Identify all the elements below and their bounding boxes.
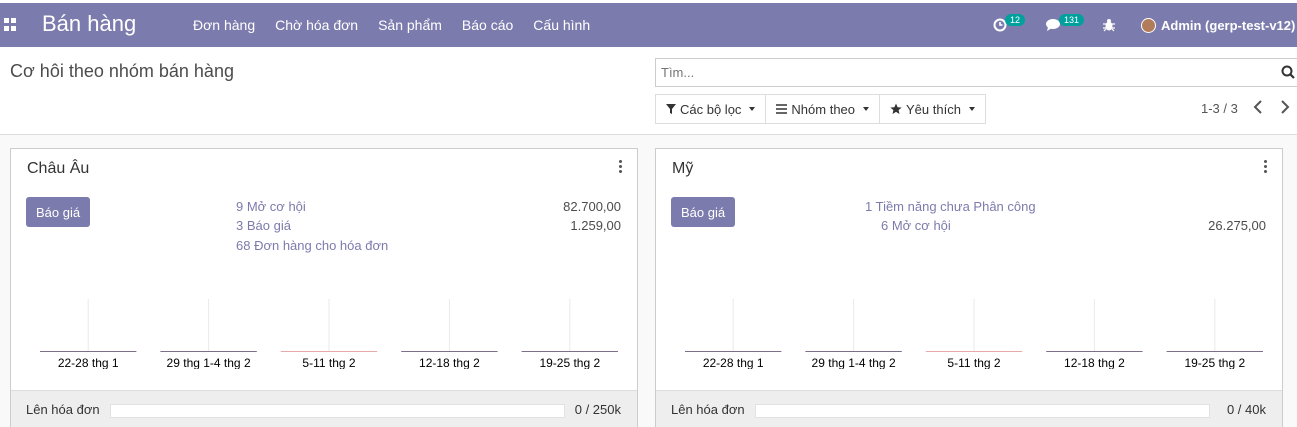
chart-tick-label: 12-18 thg 2: [419, 356, 480, 369]
search-icon[interactable]: [1281, 65, 1295, 79]
stat-link[interactable]: 6 Mở cơ hội: [881, 218, 951, 233]
activity-button[interactable]: 12: [993, 3, 1026, 47]
stat-value: 82.700,00: [563, 199, 621, 214]
star-icon: [890, 103, 902, 114]
caret-down-icon: [968, 107, 975, 111]
chart-bar: [805, 351, 902, 352]
kanban-dashboard: Châu Âu Báo giá 9 Mở cơ hội 82.700,00 3 …: [0, 135, 1297, 427]
invoicing-label: Lên hóa đơn: [671, 402, 745, 417]
invoicing-progress-bar: [110, 404, 565, 418]
search-input[interactable]: [656, 59, 1256, 86]
favorites-button[interactable]: Yêu thích: [880, 94, 986, 124]
menu-item-configuration[interactable]: Cấu hình: [533, 17, 590, 33]
team-graph: 22-28 thg 1 29 thg 1-4 thg 2 5-11 thg 2 12-…: [685, 299, 1263, 369]
team-graph: 22-28 thg 1 29 thg 1-4 thg 2 5-11 thg 2 12-…: [40, 299, 618, 369]
bug-icon: [1103, 19, 1115, 32]
more-options-icon[interactable]: [1264, 160, 1268, 174]
more-options-icon[interactable]: [619, 160, 623, 174]
filters-label: Các bộ lọc: [680, 101, 742, 117]
chart-bar: [40, 351, 137, 352]
menu-item-reports[interactable]: Báo cáo: [462, 17, 513, 33]
menu-item-products[interactable]: Sản phẩm: [378, 17, 442, 33]
chart-bar: [925, 351, 1023, 352]
filter-icon: [666, 104, 676, 114]
invoicing-footer: Lên hóa đơn 0 / 250k: [11, 390, 637, 427]
invoicing-progress-value[interactable]: 0 / 40k: [1227, 402, 1266, 417]
page-title: Cơ hôi theo nhóm bán hàng: [10, 61, 234, 81]
team-card: Mỹ Báo giá 1 Tiềm năng chưa Phân công 6 …: [655, 148, 1283, 427]
team-name: Châu Âu: [27, 160, 90, 177]
chart-bar: [1166, 351, 1263, 352]
chart-tick-label: 19-25 thg 2: [539, 356, 600, 369]
top-navbar: Bán hàng Đơn hàng Chờ hóa đơn Sản phẩm B…: [0, 3, 1297, 47]
messages-button[interactable]: 131: [1045, 3, 1085, 47]
stat-link[interactable]: 3 Báo giá: [236, 218, 291, 233]
chart-bar: [685, 351, 782, 352]
menu-item-to-invoice[interactable]: Chờ hóa đơn: [275, 17, 358, 33]
chart-bar: [1046, 351, 1143, 352]
apps-menu-icon[interactable]: [4, 18, 17, 31]
main-menu: Đơn hàng Chờ hóa đơn Sản phẩm Báo cáo Cấ…: [193, 17, 590, 33]
chart-tick-label: 22-28 thg 1: [58, 356, 119, 369]
user-menu[interactable]: Admin (gerp-test-v12): [1141, 3, 1295, 47]
chart-tick-label: 5-11 thg 2: [947, 356, 1000, 369]
chart-bar: [521, 351, 618, 352]
stat-link[interactable]: 9 Mở cơ hội: [236, 199, 306, 214]
avatar: [1141, 17, 1156, 33]
chart-tick-label: 22-28 thg 1: [703, 356, 764, 369]
team-card: Châu Âu Báo giá 9 Mở cơ hội 82.700,00 3 …: [10, 148, 638, 427]
chart-tick-label: 29 thg 1-4 thg 2: [812, 356, 896, 369]
stat-link[interactable]: 1 Tiềm năng chưa Phân công: [865, 199, 1036, 214]
caret-down-icon: [863, 107, 870, 111]
search-options: Các bộ lọc Nhóm theo Yêu thích: [655, 94, 986, 124]
pager-value[interactable]: 1-3 / 3: [1201, 101, 1238, 116]
app-title[interactable]: Bán hàng: [42, 11, 136, 37]
team-name: Mỹ: [672, 160, 694, 177]
chart-tick-label: 29 thg 1-4 thg 2: [167, 356, 251, 369]
list-icon: [776, 104, 788, 114]
chart-bar: [160, 351, 257, 352]
control-panel: Cơ hôi theo nhóm bán hàng Các bộ lọc Nhó…: [0, 47, 1297, 135]
favorites-label: Yêu thích: [906, 101, 961, 117]
group-by-button[interactable]: Nhóm theo: [766, 94, 881, 124]
quotations-button[interactable]: Báo giá: [671, 197, 736, 227]
invoicing-progress-value[interactable]: 0 / 250k: [575, 402, 621, 417]
invoicing-footer: Lên hóa đơn 0 / 40k: [656, 390, 1282, 427]
chart-bar: [401, 351, 498, 352]
chevron-left-icon[interactable]: [1252, 98, 1264, 116]
chart-bar: [280, 351, 378, 352]
stat-link[interactable]: 68 Đơn hàng cho hóa đơn: [236, 238, 388, 253]
invoicing-label: Lên hóa đơn: [26, 402, 100, 417]
chart-tick-label: 5-11 thg 2: [302, 356, 355, 369]
stat-value: 26.275,00: [1208, 218, 1266, 233]
message-count-badge: 131: [1059, 14, 1085, 26]
group-by-label: Nhóm theo: [791, 101, 856, 117]
caret-down-icon: [749, 107, 756, 111]
search-bar: [655, 58, 1297, 87]
quotations-button[interactable]: Báo giá: [26, 197, 91, 227]
chevron-right-icon[interactable]: [1279, 98, 1291, 116]
menu-item-orders[interactable]: Đơn hàng: [193, 17, 255, 33]
chart-tick-label: 12-18 thg 2: [1064, 356, 1125, 369]
debug-button[interactable]: [1102, 3, 1116, 47]
user-name: Admin (gerp-test-v12): [1161, 17, 1296, 33]
invoicing-progress-bar: [755, 404, 1210, 418]
activity-count-badge: 12: [1005, 14, 1026, 26]
stat-value: 1.259,00: [570, 218, 621, 233]
chart-tick-label: 19-25 thg 2: [1184, 356, 1245, 369]
filters-button[interactable]: Các bộ lọc: [655, 94, 767, 124]
